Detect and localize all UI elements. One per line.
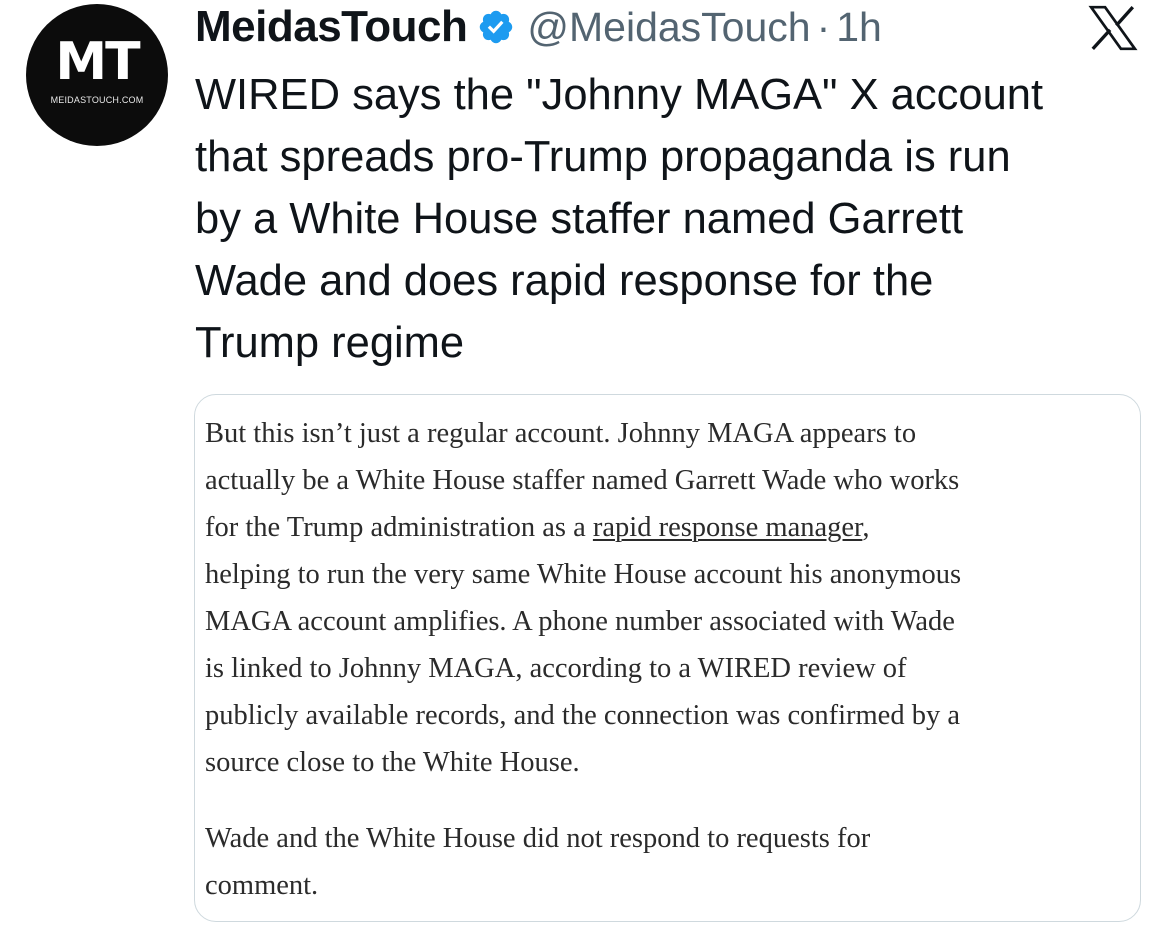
tweet-text-line: that spreads pro-Trump propaganda is run <box>195 133 1011 181</box>
tweet-text-line: by a White House staffer named Garrett <box>195 195 964 243</box>
separator-dot: · <box>816 3 831 50</box>
excerpt-line: is linked to Johnny MAGA, according to a… <box>205 653 907 684</box>
tweet-text: WIRED says the "Johnny MAGA" X account t… <box>195 64 1145 374</box>
x-logo-icon <box>1088 5 1138 51</box>
excerpt-line: for the Trump administration as a rapid … <box>205 504 961 551</box>
rapid-response-manager-link: rapid response manager <box>592 512 863 543</box>
excerpt-line: publicly available records, and the conn… <box>205 700 960 731</box>
attached-image-card[interactable]: But this isn’t just a regular account. J… <box>194 394 1141 922</box>
verified-badge-icon[interactable] <box>477 8 515 46</box>
excerpt-line: MAGA account amplifies. A phone number a… <box>205 606 955 637</box>
avatar-logo-text: MT <box>55 32 140 92</box>
excerpt-line: actually be a White House staffer named … <box>205 465 960 496</box>
avatar-domain-text: MEIDASTOUCH.COM <box>50 95 144 105</box>
tweet-text-line: WIRED says the "Johnny MAGA" X account <box>195 71 1044 119</box>
excerpt-line: comment. <box>205 870 319 901</box>
article-excerpt-paragraph: Wade and the White House did not respond… <box>205 815 870 909</box>
excerpt-line: source close to the White House. <box>205 747 580 778</box>
excerpt-line: But this isn’t just a regular account. J… <box>205 418 917 449</box>
excerpt-line: Wade and the White House did not respond… <box>205 823 871 854</box>
excerpt-text: for the Trump administration as a <box>205 512 593 543</box>
handle[interactable]: @MeidasTouch <box>527 4 810 51</box>
timestamp[interactable]: 1h <box>836 4 882 51</box>
excerpt-line: helping to run the very same White House… <box>205 559 962 590</box>
article-excerpt-paragraph: But this isn’t just a regular account. J… <box>205 410 961 786</box>
tweet-text-line: Wade and does rapid response for the <box>195 257 934 305</box>
tweet-header: MeidasTouch @MeidasTouch · 1h <box>195 2 882 52</box>
display-name[interactable]: MeidasTouch <box>195 2 468 52</box>
excerpt-text: , <box>862 512 870 543</box>
tweet-text-line: Trump regime <box>195 319 465 367</box>
avatar[interactable]: MT MEIDASTOUCH.COM <box>26 4 168 146</box>
